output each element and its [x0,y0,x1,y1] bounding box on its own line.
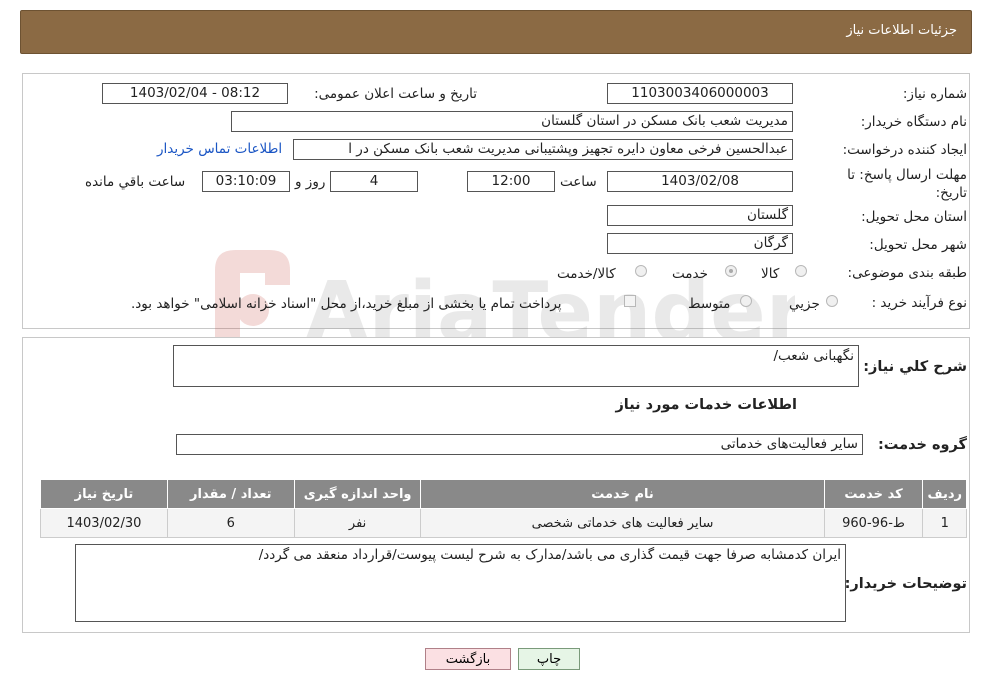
deadline-date-field: 1403/02/08 [607,171,793,192]
col-header-service-code: کد خدمت [823,479,924,509]
general-description-textarea[interactable]: نگهبانی شعب/ [173,345,859,387]
cell-need-date: 1403/02/30 [40,508,168,538]
services-section-title: اطلاعات خدمات مورد نیاز [615,397,797,413]
cell-row-number: 1 [922,508,967,538]
category-label: طبقه بندی موضوعی: [847,265,967,281]
delivery-city-label: شهر محل تحویل: [869,237,967,253]
need-number-field: 1103003406000003 [607,83,793,104]
delivery-province-label: استان محل تحویل: [861,209,967,225]
deadline-time-field: 12:00 [467,171,555,192]
buyer-notes-label: توضیحات خریدار: [844,576,967,592]
buyer-contact-link[interactable]: اطلاعات تماس خریدار [157,141,282,157]
back-button[interactable]: بازگشت [425,648,511,670]
service-group-label: گروه خدمت: [877,437,967,453]
treasury-bonds-note: پرداخت تمام یا بخشی از مبلغ خرید،از محل … [131,296,562,312]
need-number-label: شماره نیاز: [902,86,967,102]
delivery-city-field: گرگان [607,233,793,254]
purchase-process-label: نوع فرآیند خرید : [871,295,967,311]
col-header-row-number: ردیف [922,479,967,509]
deadline-time-label: ساعت [560,174,597,190]
delivery-province-field: گلستان [607,205,793,226]
col-header-quantity: تعداد / مقدار [166,479,295,509]
cell-service-name: سایر فعالیت های خدماتی شخصی [420,508,825,538]
cell-unit: نفر [293,508,422,538]
announce-datetime-field: 1403/02/04 - 08:12 [102,83,288,104]
services-table: ردیف کد خدمت نام خدمت واحد اندازه گیری ت… [40,479,967,538]
table-header-row: ردیف کد خدمت نام خدمت واحد اندازه گیری ت… [40,479,967,509]
buyer-org-label: نام دستگاه خریدار: [860,114,967,130]
category-option-goods-service: کالا/خدمت [557,266,616,282]
deadline-label: مهلت ارسال پاسخ: تا تاریخ: [847,167,967,201]
col-header-unit: واحد اندازه گیری [293,479,422,509]
announce-datetime-label: تاریخ و ساعت اعلان عمومی: [314,86,477,102]
buyer-notes-textarea[interactable]: ایران کدمشابه صرفا جهت قیمت گذاری می باش… [75,544,846,622]
cell-quantity: 6 [166,508,295,538]
requester-field: عبدالحسین فرخی معاون دایره تجهیز وپشتیبا… [293,139,793,160]
table-row: 1 ط-96-960 سایر فعالیت های خدماتی شخصی ن… [40,508,967,538]
process-radio-minor[interactable] [826,295,838,307]
buyer-org-field: مدیریت شعب بانک مسکن در استان گلستان [231,111,793,132]
process-option-minor: جزیي [789,296,820,312]
category-radio-service[interactable] [725,265,737,277]
process-radio-medium[interactable] [740,295,752,307]
process-option-medium: متوسط [688,296,731,312]
category-radio-goods[interactable] [795,265,807,277]
col-header-need-date: تاریخ نیاز [40,479,168,509]
page-title: جزئیات اطلاعات نیاز [846,23,957,38]
days-label: روز و [295,174,326,190]
service-group-field: سایر فعالیت‌های خدماتی [176,434,863,455]
category-option-service: خدمت [672,266,708,282]
page-header: جزئیات اطلاعات نیاز [20,10,972,54]
remaining-time-label: ساعت باقي مانده [85,174,186,190]
remaining-days-field: 4 [330,171,418,192]
treasury-bonds-checkbox[interactable] [624,295,636,307]
category-radio-goods-service[interactable] [635,265,647,277]
remaining-time-field: 03:10:09 [202,171,290,192]
category-option-goods: کالا [761,266,780,282]
cell-service-code: ط-96-960 [823,508,924,538]
col-header-service-name: نام خدمت [420,479,825,509]
print-button[interactable]: چاپ [518,648,580,670]
requester-label: ایجاد کننده درخواست: [842,142,967,158]
general-description-label: شرح کلي نیاز: [863,359,967,375]
